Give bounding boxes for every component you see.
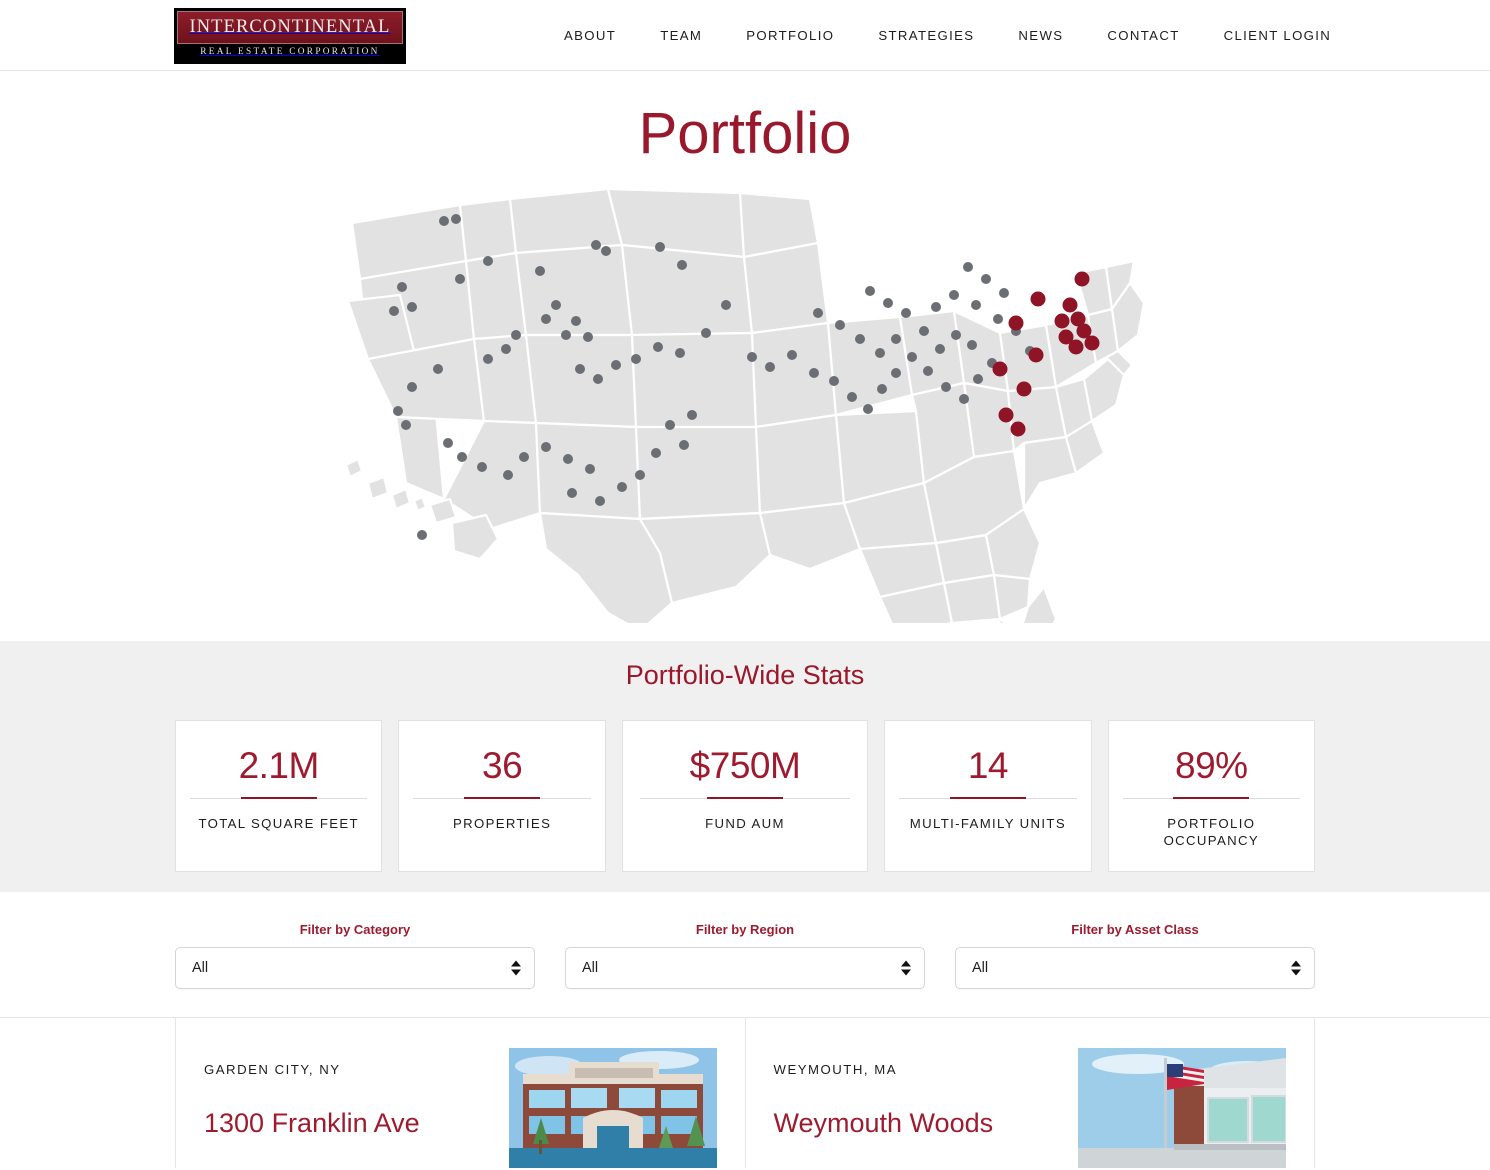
hero-section: Portfolio xyxy=(0,71,1490,642)
stat-divider xyxy=(639,797,850,799)
stat-label: FUND AUM xyxy=(705,815,785,831)
stat-card-portfolio-occupancy: 89% PORTFOLIO OCCUPANCY xyxy=(1107,719,1315,872)
site-logo[interactable]: INTERCONTINENTAL REAL ESTATE CORPORATION xyxy=(174,8,406,64)
chevron-updown-icon xyxy=(511,960,521,976)
property-thumbnail xyxy=(508,1047,717,1168)
stat-value: 14 xyxy=(967,744,1009,786)
filter-label-region: Filter by Region xyxy=(695,922,795,938)
stat-value: 2.1M xyxy=(238,744,320,786)
stat-card-total-square-feet: 2.1M TOTAL SQUARE FEET xyxy=(175,719,383,872)
stat-card-fund-aum: $750M FUND AUM xyxy=(621,719,869,872)
nav-item-portfolio[interactable]: PORTFOLIO xyxy=(724,28,856,43)
stat-card-properties: 36 PROPERTIES xyxy=(398,719,606,872)
logo-primary-text: INTERCONTINENTAL xyxy=(189,17,391,38)
stat-divider xyxy=(1122,797,1300,799)
chevron-updown-icon xyxy=(1291,960,1301,976)
filter-label-category: Filter by Category xyxy=(299,922,411,938)
stat-value: 89% xyxy=(1175,744,1248,786)
stat-label: MULTI-FAMILY UNITS xyxy=(909,815,1066,831)
stat-card-multi-family-units: 14 MULTI-FAMILY UNITS xyxy=(884,719,1092,872)
nav-item-strategies[interactable]: STRATEGIES xyxy=(856,28,996,43)
property-thumbnail xyxy=(1078,1047,1286,1168)
nav-item-about[interactable]: ABOUT xyxy=(556,28,638,43)
filter-value-region: All xyxy=(582,959,599,976)
logo-secondary-band: REAL ESTATE CORPORATION xyxy=(177,44,403,61)
chevron-updown-icon xyxy=(901,960,911,976)
map-landmass xyxy=(344,188,1146,624)
nav-item-news[interactable]: NEWS xyxy=(996,28,1085,43)
stat-label: TOTAL SQUARE FEET xyxy=(198,815,359,831)
nav-item-team[interactable]: TEAM xyxy=(638,28,724,43)
page-title: Portfolio xyxy=(638,101,852,166)
filter-group-region: Filter by Region All xyxy=(565,922,925,989)
us-map-svg xyxy=(344,188,1146,624)
stat-value: 36 xyxy=(482,744,523,786)
property-card-text: GARDEN CITY, NY 1300 Franklin Ave xyxy=(204,1048,420,1139)
filters-row: Filter by Category All Filter by Region … xyxy=(175,922,1315,989)
property-location: WEYMOUTH, MA xyxy=(773,1061,897,1077)
site-header: INTERCONTINENTAL REAL ESTATE CORPORATION… xyxy=(0,0,1490,71)
logo-primary-band: INTERCONTINENTAL xyxy=(177,11,403,44)
office-building-image xyxy=(508,1047,717,1168)
filter-select-region[interactable]: All xyxy=(565,946,925,989)
stat-divider xyxy=(899,797,1077,799)
filter-group-category: Filter by Category All xyxy=(175,922,535,989)
property-card[interactable]: WEYMOUTH, MA Weymouth Woods xyxy=(746,1017,1315,1168)
property-results-grid: GARDEN CITY, NY 1300 Franklin Ave WEYMOU… xyxy=(175,1017,1315,1168)
nav-item-contact[interactable]: CONTACT xyxy=(1085,28,1201,43)
property-title[interactable]: 1300 Franklin Ave xyxy=(204,1107,420,1139)
filter-value-category: All xyxy=(192,959,209,976)
stat-divider xyxy=(190,797,368,799)
filter-value-asset-class: All xyxy=(972,959,989,976)
property-card-text: WEYMOUTH, MA Weymouth Woods xyxy=(774,1048,994,1139)
stat-value: $750M xyxy=(689,744,801,786)
stat-divider xyxy=(413,797,591,799)
logo-secondary-text: REAL ESTATE CORPORATION xyxy=(200,46,380,57)
primary-navigation: ABOUT TEAM PORTFOLIO STRATEGIES NEWS CON… xyxy=(556,0,1353,71)
nav-item-client-login[interactable]: CLIENT LOGIN xyxy=(1202,28,1354,43)
stat-label: PROPERTIES xyxy=(452,815,552,831)
stat-label: PORTFOLIO OCCUPANCY xyxy=(1163,815,1259,849)
filter-select-category[interactable]: All xyxy=(175,946,535,989)
filter-label-asset-class: Filter by Asset Class xyxy=(1071,922,1199,938)
property-location: GARDEN CITY, NY xyxy=(204,1061,341,1077)
portfolio-filters: Filter by Category All Filter by Region … xyxy=(0,892,1490,1017)
portfolio-map[interactable] xyxy=(0,171,1490,641)
portfolio-stats-section: Portfolio-Wide Stats 2.1M TOTAL SQUARE F… xyxy=(0,641,1490,893)
property-title[interactable]: Weymouth Woods xyxy=(774,1107,994,1139)
stats-row: 2.1M TOTAL SQUARE FEET 36 PROPERTIES $75… xyxy=(175,719,1315,872)
filter-group-asset-class: Filter by Asset Class All xyxy=(955,922,1315,989)
property-card[interactable]: GARDEN CITY, NY 1300 Franklin Ave xyxy=(175,1017,746,1168)
stats-heading: Portfolio-Wide Stats xyxy=(625,660,865,691)
commercial-building-image xyxy=(1078,1047,1286,1168)
filter-select-asset-class[interactable]: All xyxy=(955,946,1315,989)
